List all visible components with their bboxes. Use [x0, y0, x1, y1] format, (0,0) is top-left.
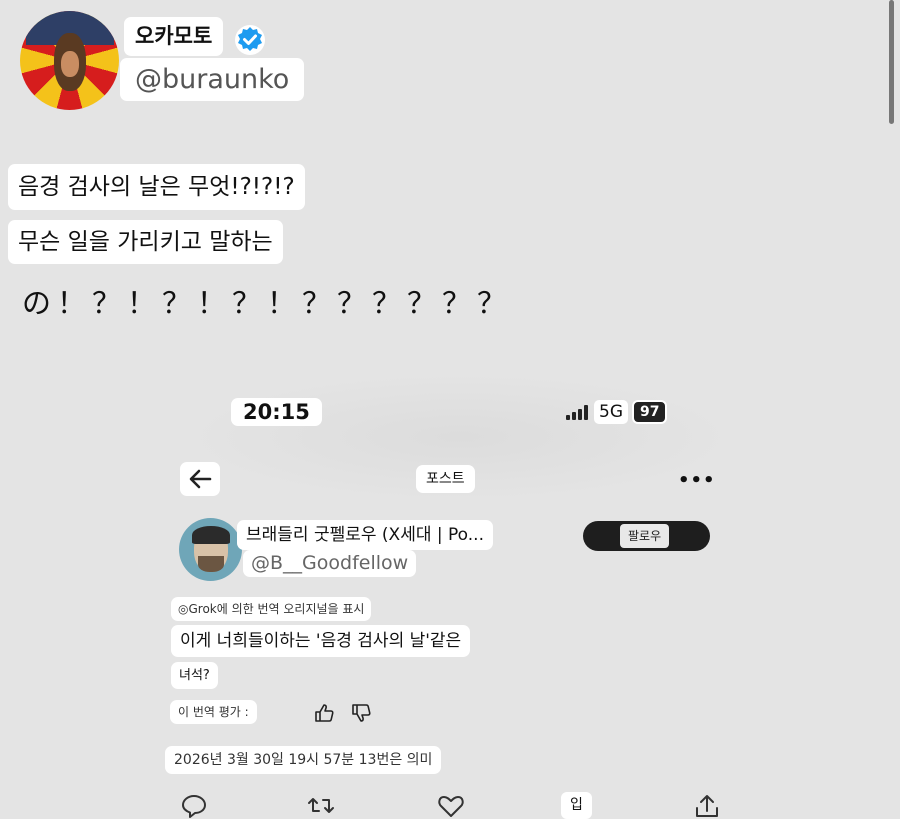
post-meta: 2026년 3월 30일 19시 57분 13번은 의미: [165, 746, 442, 774]
translated-text-line-2: 녀석?: [171, 662, 218, 689]
translated-text-line-1: 이게 너희들이하는 '음경 검사의 날'같은: [171, 625, 471, 657]
handle[interactable]: @buraunko: [120, 58, 305, 101]
author-avatar[interactable]: [179, 518, 242, 581]
follow-button[interactable]: 팔로우: [583, 521, 710, 551]
more-icon[interactable]: •••: [678, 470, 716, 491]
scrollbar[interactable]: [889, 0, 894, 124]
post-text-line-1: 음경 검사의 날은 무엇!?!?!?: [8, 164, 305, 210]
post-text-line-2: 무슨 일을 가리키고 말하는: [8, 220, 283, 264]
battery-badge: 97: [632, 400, 668, 424]
repost-icon[interactable]: [306, 792, 336, 819]
nav-title: 포스트: [416, 465, 475, 493]
display-name[interactable]: 오카모토: [124, 17, 224, 56]
reply-icon[interactable]: [179, 792, 209, 819]
status-bar-indicators: 5G 97: [566, 400, 668, 424]
status-time: 20:15: [231, 398, 322, 426]
network-label: 5G: [594, 400, 628, 424]
author-handle[interactable]: @B__Goodfellow: [243, 550, 417, 577]
avatar-face: [54, 33, 86, 91]
follow-label: 팔로우: [620, 524, 670, 548]
author-name[interactable]: 브래들리 굿펠로우 (X세대 | Po...: [237, 520, 493, 550]
avatar[interactable]: [20, 11, 119, 110]
rate-translation-label: 이 번역 평가 :: [170, 700, 257, 724]
like-icon[interactable]: [436, 792, 466, 819]
signal-icon: [566, 404, 588, 420]
share-icon[interactable]: [692, 792, 722, 819]
post-text-line-3: の！？！？！？！？？？？？？: [22, 286, 513, 320]
action-label[interactable]: 입: [561, 792, 592, 819]
back-arrow-icon[interactable]: [180, 462, 220, 496]
thumbs-down-icon[interactable]: [350, 702, 372, 724]
thumbs-up-icon[interactable]: [313, 702, 335, 724]
grok-translation-note[interactable]: ◎Grok에 의한 번역 오리지널을 표시: [171, 597, 372, 621]
verified-badge-icon: [235, 25, 265, 55]
